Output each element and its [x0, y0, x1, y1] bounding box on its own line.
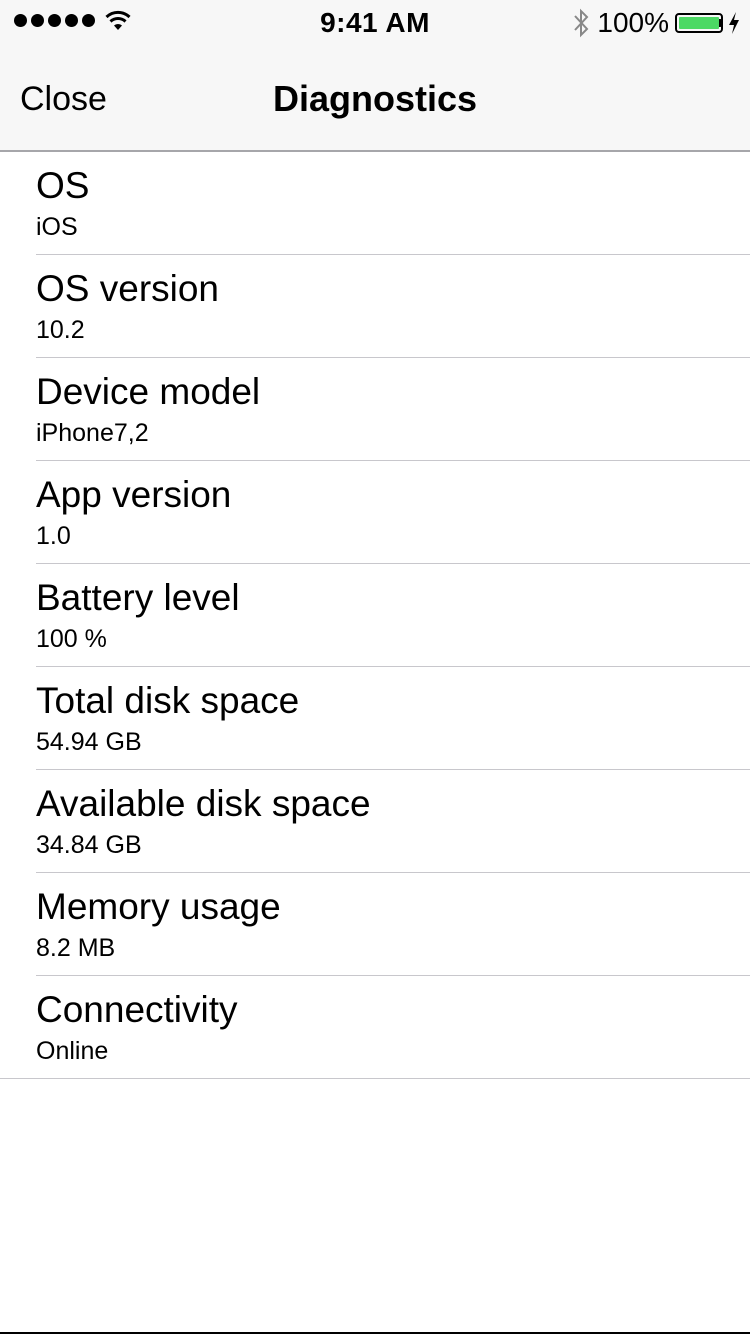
row-value: 100 %: [36, 625, 107, 653]
battery-fill: [679, 17, 719, 29]
row-title: App version: [36, 474, 232, 515]
row-title: Memory usage: [36, 886, 281, 927]
row-title: Connectivity: [36, 989, 238, 1030]
charging-bolt-icon: [729, 12, 739, 34]
row-value: iPhone7,2: [36, 419, 149, 447]
list-item: Device model iPhone7,2: [0, 358, 750, 461]
row-value: 1.0: [36, 522, 71, 550]
list-item: OS iOS: [0, 152, 750, 255]
diagnostics-list: OS iOS OS version 10.2 Device model iPhone7,2…: [0, 152, 750, 1079]
row-title: Total disk space: [36, 680, 300, 721]
list-item: Total disk space 54.94 GB: [0, 667, 750, 770]
diagnostics-screen: 9:41 AM 100% Close Diagnostics OS iOS OS v…: [0, 0, 750, 1334]
battery-percent: 100%: [597, 7, 669, 38]
navigation-bar: Close Diagnostics: [0, 40, 750, 152]
status-right: 100%: [571, 7, 740, 39]
row-title: Battery level: [36, 577, 240, 618]
row-title: Device model: [36, 371, 261, 412]
row-title: Available disk space: [36, 783, 371, 824]
list-item: Available disk space 34.84 GB: [0, 770, 750, 873]
bluetooth-icon: [574, 8, 589, 38]
row-value: Online: [36, 1037, 109, 1065]
status-bar: 9:41 AM 100%: [0, 0, 750, 40]
list-item: Connectivity Online: [0, 976, 750, 1079]
row-value: 34.84 GB: [36, 831, 142, 859]
list-item: App version 1.0: [0, 461, 750, 564]
row-value: 8.2 MB: [36, 934, 116, 962]
list-item: Memory usage 8.2 MB: [0, 873, 750, 976]
list-item: Battery level 100 %: [0, 564, 750, 667]
row-title: OS: [36, 165, 90, 206]
row-title: OS version: [36, 268, 220, 309]
battery-icon: [675, 13, 723, 33]
row-value: 54.94 GB: [36, 728, 142, 756]
row-value: 10.2: [36, 316, 85, 344]
row-value: iOS: [36, 213, 78, 241]
page-title: Diagnostics: [272, 78, 478, 119]
list-item: OS version 10.2: [0, 255, 750, 358]
